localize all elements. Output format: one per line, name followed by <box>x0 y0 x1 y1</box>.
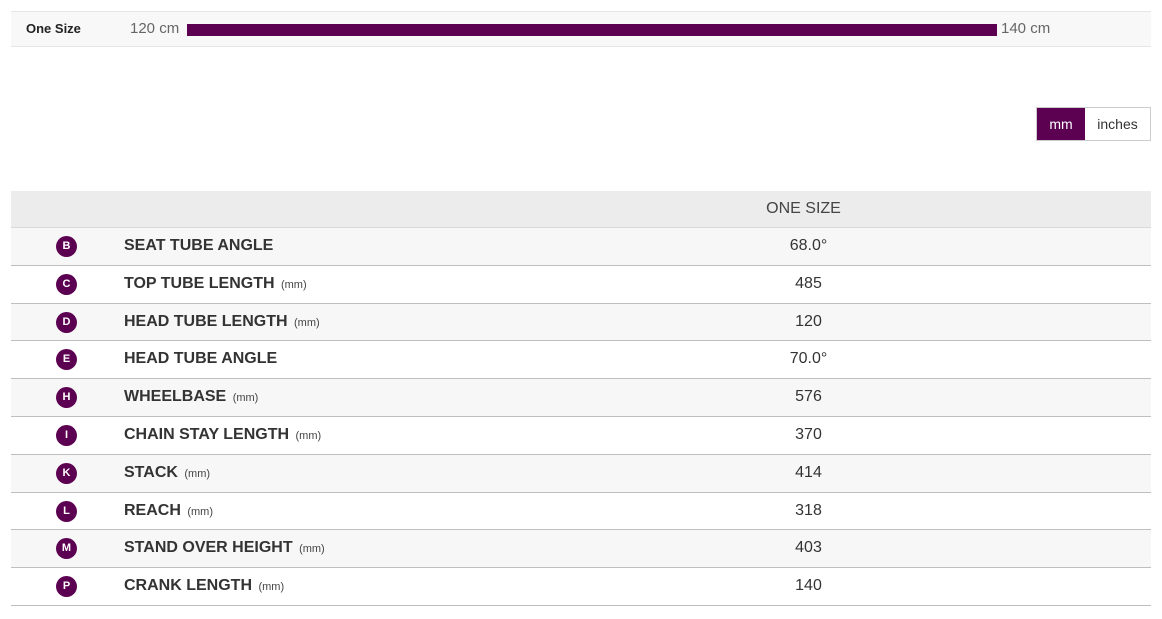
measure-label: HEAD TUBE LENGTH <box>124 312 288 330</box>
table-row: L REACH (mm) 318 <box>11 492 1151 531</box>
measure-label: HEAD TUBE ANGLE <box>124 350 278 368</box>
measure-label: TOP TUBE LENGTH <box>124 274 275 292</box>
measure-unit: (mm) <box>187 505 213 518</box>
measure-label: WHEELBASE <box>124 388 227 406</box>
table-row: C TOP TUBE LENGTH (mm) 485 <box>11 265 1151 304</box>
measure-value: 403 <box>795 539 822 557</box>
measure-unit: (mm) <box>299 543 325 556</box>
measure-value: 140 <box>795 577 822 595</box>
mm-button[interactable]: mm <box>1037 108 1085 140</box>
measure-unit: (mm) <box>232 392 259 405</box>
table-row: D HEAD TUBE LENGTH (mm) 120 <box>11 303 1151 342</box>
measure-badge: P <box>56 576 77 598</box>
measure-unit: (mm) <box>258 581 285 594</box>
size-range-bar <box>187 24 997 36</box>
table-row: M STAND OVER HEIGHT (mm) 403 <box>11 530 1151 569</box>
table-row: I CHAIN STAY LENGTH (mm) 370 <box>11 416 1151 455</box>
measure-name: HEAD TUBE ANGLE <box>124 341 279 378</box>
unit-toggle: mm inches <box>1036 107 1151 141</box>
table-row: B SEAT TUBE ANGLE 68.0° <box>11 228 1151 266</box>
measure-badge: L <box>56 500 77 522</box>
table-row: P CRANK LENGTH (mm) 140 <box>11 568 1151 606</box>
table-body: B SEAT TUBE ANGLE 68.0° C TOP TUBE LENGT… <box>11 228 1151 606</box>
measure-name: CHAIN STAY LENGTH (mm) <box>124 417 321 454</box>
table-row: H WHEELBASE (mm) 576 <box>11 379 1151 417</box>
measure-name: CRANK LENGTH (mm) <box>124 568 284 605</box>
measure-value: 414 <box>795 463 822 481</box>
size-range-fill <box>187 24 997 36</box>
measure-name: STACK (mm) <box>124 455 210 492</box>
measure-label: REACH <box>124 501 181 519</box>
size-name: One Size <box>26 21 81 36</box>
table-header: ONE SIZE <box>11 191 1151 228</box>
measure-label: CRANK LENGTH <box>124 577 252 595</box>
measure-badge: M <box>56 538 77 560</box>
measure-name: SEAT TUBE ANGLE <box>124 228 275 265</box>
measure-name: WHEELBASE (mm) <box>124 379 258 416</box>
measure-unit: (mm) <box>280 278 307 291</box>
size-range-row: One Size 120 cm 140 cm <box>11 11 1151 47</box>
measure-value: 318 <box>795 501 822 519</box>
size-max-label: 140 cm <box>1001 20 1051 37</box>
measure-badge: B <box>56 236 77 257</box>
measure-name: STAND OVER HEIGHT (mm) <box>124 530 325 567</box>
measure-label: CHAIN STAY LENGTH <box>124 425 290 443</box>
measure-badge: D <box>56 311 77 333</box>
size-min-label: 120 cm <box>130 20 180 37</box>
measure-value: 68.0° <box>789 237 828 254</box>
measure-badge: E <box>56 349 77 371</box>
measure-badge: K <box>56 462 77 484</box>
measure-label: STACK <box>124 463 178 481</box>
measure-unit: (mm) <box>184 467 211 480</box>
measure-label: STAND OVER HEIGHT <box>124 539 293 557</box>
measure-label: SEAT TUBE ANGLE <box>124 237 274 254</box>
measure-value: 370 <box>795 425 822 443</box>
measure-value: 576 <box>795 388 822 406</box>
measure-name: TOP TUBE LENGTH (mm) <box>124 266 307 303</box>
table-row: E HEAD TUBE ANGLE 70.0° <box>11 341 1151 380</box>
geometry-table: ONE SIZE B SEAT TUBE ANGLE 68.0° C TOP T… <box>11 191 1151 606</box>
measure-unit: (mm) <box>295 429 322 442</box>
measure-value: 120 <box>795 312 822 330</box>
measure-badge: H <box>56 387 77 409</box>
measure-value: 70.0° <box>789 350 828 368</box>
table-row: K STACK (mm) 414 <box>11 454 1151 493</box>
measure-badge: C <box>56 273 77 295</box>
measure-name: HEAD TUBE LENGTH (mm) <box>124 304 320 341</box>
measure-badge: I <box>56 424 77 446</box>
size-column-header: ONE SIZE <box>766 200 841 217</box>
measure-unit: (mm) <box>294 316 320 329</box>
measure-value: 485 <box>795 274 822 292</box>
inches-button[interactable]: inches <box>1085 108 1150 140</box>
measure-name: REACH (mm) <box>124 493 213 530</box>
